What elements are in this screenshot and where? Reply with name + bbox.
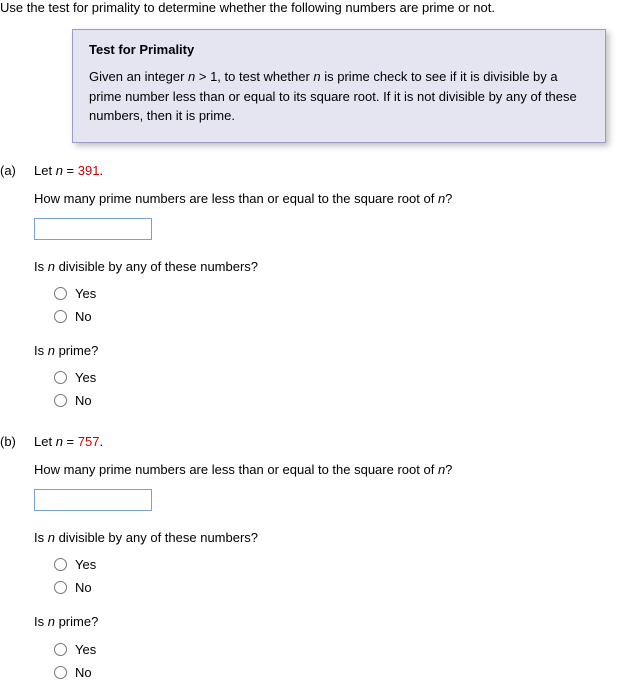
radio-prime-a: Yes No <box>54 370 626 408</box>
var-n: n <box>56 434 63 449</box>
q1-post: ? <box>445 462 452 477</box>
theorem-title: Test for Primality <box>89 42 589 57</box>
radio-prime-b: Yes No <box>54 642 626 680</box>
answer-input-b[interactable] <box>34 489 152 511</box>
q1-post: ? <box>445 191 452 206</box>
label-no: No <box>75 393 92 408</box>
let-eq: = <box>63 434 78 449</box>
theorem-text-pre: Given an integer <box>89 69 188 84</box>
label-yes: Yes <box>75 642 96 657</box>
question-count-a: How many prime numbers are less than or … <box>34 190 626 208</box>
radio-divisible-yes-b[interactable] <box>54 558 67 571</box>
var-n: n <box>313 69 320 84</box>
q3-pre: Is <box>34 614 48 629</box>
question-divisible-b: Is n divisible by any of these numbers? <box>34 529 626 547</box>
answer-input-a[interactable] <box>34 218 152 240</box>
let-pre: Let <box>34 163 56 178</box>
q1-pre: How many prime numbers are less than or … <box>34 462 438 477</box>
q3-post: prime? <box>55 614 98 629</box>
q3-pre: Is <box>34 343 48 358</box>
var-n: n <box>48 614 55 629</box>
radio-divisible-no-a[interactable] <box>54 310 67 323</box>
question-prime-b: Is n prime? <box>34 613 626 631</box>
q2-pre: Is <box>34 530 48 545</box>
part-b: (b) Let n = 757. How many prime numbers … <box>0 434 626 698</box>
radio-divisible-no-b[interactable] <box>54 581 67 594</box>
theorem-body: Given an integer n > 1, to test whether … <box>89 67 589 126</box>
radio-prime-yes-a[interactable] <box>54 371 67 384</box>
var-n: n <box>48 530 55 545</box>
radio-divisible-yes-a[interactable] <box>54 287 67 300</box>
period: . <box>99 434 103 449</box>
label-yes: Yes <box>75 286 96 301</box>
question-count-b: How many prime numbers are less than or … <box>34 461 626 479</box>
let-line-a: Let n = 391. <box>34 163 626 178</box>
part-label-a: (a) <box>0 163 34 427</box>
q2-pre: Is <box>34 259 48 274</box>
q1-pre: How many prime numbers are less than or … <box>34 191 438 206</box>
radio-prime-yes-b[interactable] <box>54 643 67 656</box>
var-n: n <box>56 163 63 178</box>
radio-prime-no-b[interactable] <box>54 666 67 679</box>
let-line-b: Let n = 757. <box>34 434 626 449</box>
label-yes: Yes <box>75 370 96 385</box>
part-label-b: (b) <box>0 434 34 698</box>
question-prime-a: Is n prime? <box>34 342 626 360</box>
label-no: No <box>75 309 92 324</box>
q3-post: prime? <box>55 343 98 358</box>
let-pre: Let <box>34 434 56 449</box>
n-value-a: 391 <box>78 163 100 178</box>
radio-divisible-b: Yes No <box>54 557 626 595</box>
radio-divisible-a: Yes No <box>54 286 626 324</box>
var-n: n <box>48 259 55 274</box>
period: . <box>99 163 103 178</box>
let-eq: = <box>63 163 78 178</box>
label-no: No <box>75 665 92 680</box>
theorem-text-cond: > 1, to test whether <box>195 69 313 84</box>
label-yes: Yes <box>75 557 96 572</box>
label-no: No <box>75 580 92 595</box>
question-divisible-a: Is n divisible by any of these numbers? <box>34 258 626 276</box>
n-value-b: 757 <box>78 434 100 449</box>
var-n: n <box>48 343 55 358</box>
intro-text: Use the test for primality to determine … <box>0 0 626 29</box>
radio-prime-no-a[interactable] <box>54 394 67 407</box>
q2-post: divisible by any of these numbers? <box>55 530 258 545</box>
part-a: (a) Let n = 391. How many prime numbers … <box>0 163 626 427</box>
q2-post: divisible by any of these numbers? <box>55 259 258 274</box>
theorem-box: Test for Primality Given an integer n > … <box>72 29 606 143</box>
